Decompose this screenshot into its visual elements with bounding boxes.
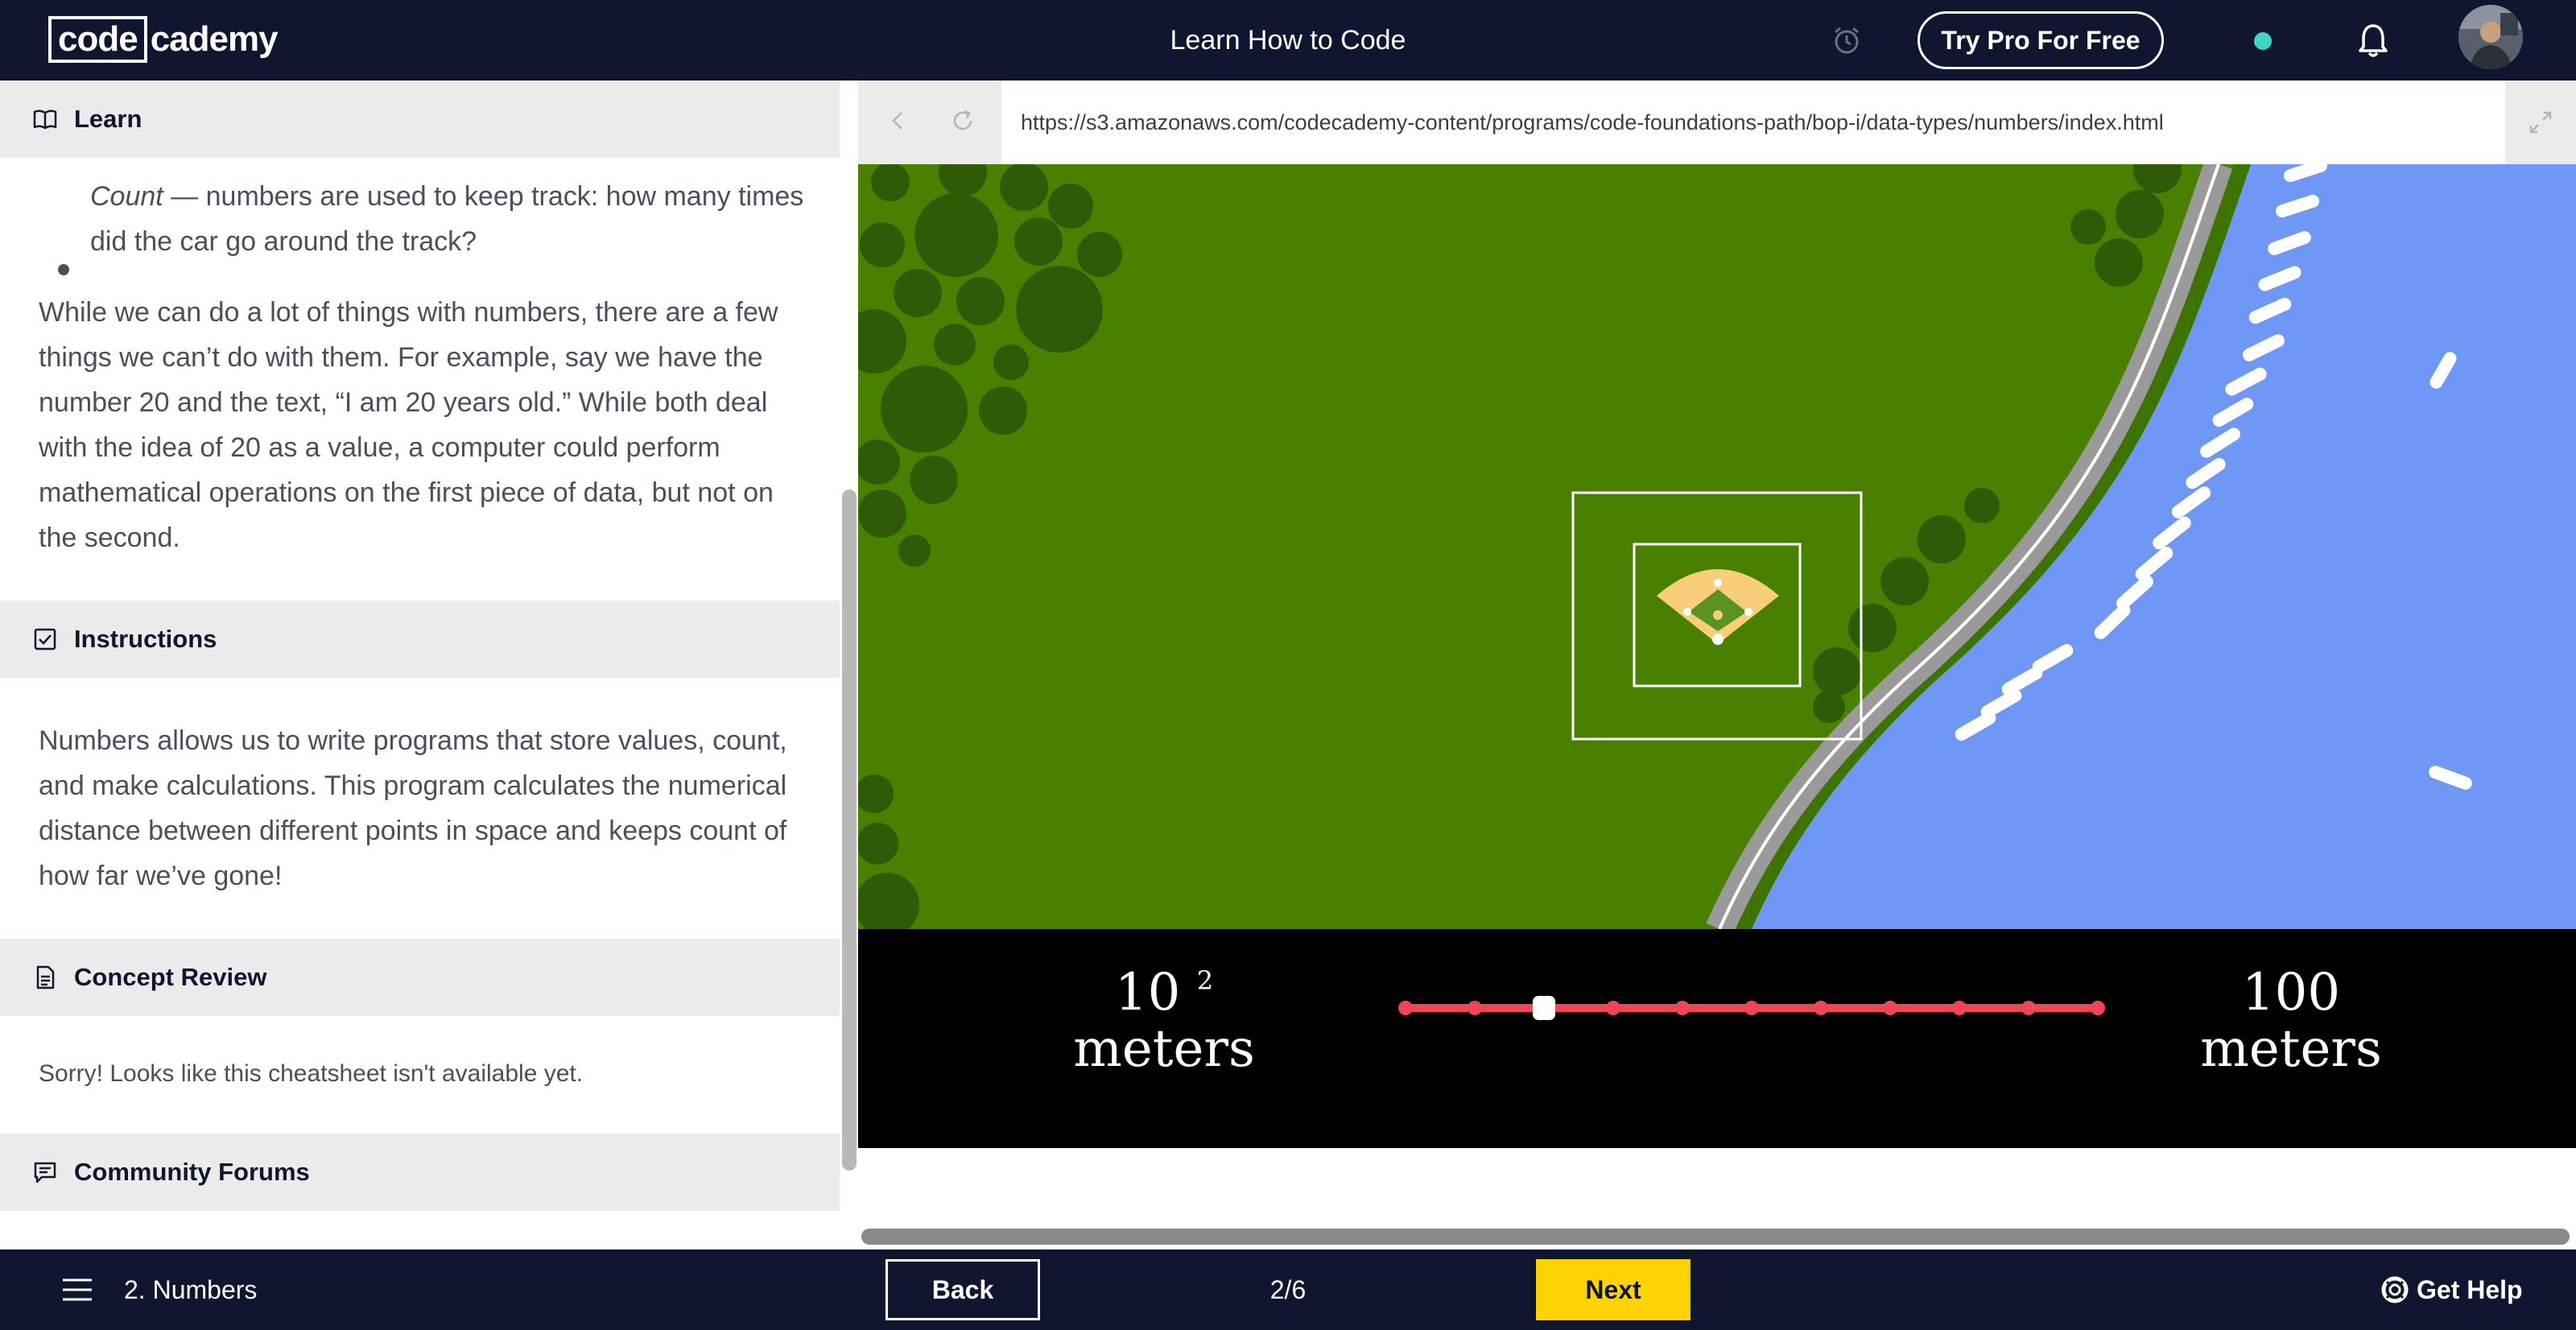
left-scrollbar[interactable] (842, 489, 857, 1171)
bell-icon[interactable] (2354, 21, 2392, 60)
slider-tick[interactable] (1952, 1001, 1967, 1015)
count-bullet: Count — numbers are used to keep track: … (90, 174, 815, 264)
back-button[interactable]: Back (886, 1259, 1040, 1320)
browser-nav (858, 81, 1001, 164)
next-button[interactable]: Next (1536, 1259, 1690, 1320)
left-exponent: 2 (1196, 965, 1214, 996)
slider-tick[interactable] (1814, 1001, 1828, 1015)
slider-tick[interactable] (2091, 1001, 2105, 1015)
document-icon (36, 965, 55, 989)
map-scene (858, 164, 2576, 929)
community-forums-heading: Community Forums (74, 1158, 310, 1186)
user-avatar[interactable] (2458, 5, 2523, 69)
concept-review-header[interactable]: Concept Review (0, 939, 840, 1016)
alarm-clock-icon[interactable] (1831, 24, 1863, 56)
expand-area (2505, 81, 2576, 164)
slider-tick[interactable] (2021, 1001, 2036, 1015)
slider-tick[interactable] (1883, 1001, 1897, 1015)
lesson-name[interactable]: 2. Numbers (124, 1249, 257, 1330)
instructions-text: Numbers allows us to write programs that… (39, 725, 787, 891)
top-bar: code cademy Learn How to Code Try Pro For… (0, 0, 2576, 81)
slider-tick[interactable] (1744, 1001, 1759, 1015)
slider-tick[interactable] (1606, 1001, 1620, 1015)
left-unit: meters (1073, 1019, 1255, 1079)
slider-handle[interactable] (1533, 996, 1555, 1020)
logo-cademy: cademy (150, 19, 279, 59)
course-title: Learn How to Code (1170, 25, 1406, 56)
left-scale-label: 10 2 meters (1059, 964, 1269, 1077)
instructions-header[interactable]: Instructions (0, 601, 840, 678)
url-field[interactable]: https://s3.amazonaws.com/codecademy-cont… (1021, 81, 2164, 164)
horizontal-scrollbar[interactable] (861, 1229, 2570, 1245)
bullet-text: — numbers are used to keep track: how ma… (90, 181, 804, 257)
progress-indicator: 2/6 (1269, 1275, 1307, 1304)
scale-slider[interactable] (1389, 992, 2114, 1024)
logo-code: code (48, 16, 147, 63)
learn-paragraph: While we can do a lot of things with num… (39, 297, 778, 553)
bottom-bar: 2. Numbers Back 2/6 Next Get Help (0, 1249, 2576, 1330)
slider-tick[interactable] (1398, 1001, 1413, 1015)
left-base: 10 (1114, 963, 1181, 1022)
chat-icon (34, 1162, 56, 1183)
scale-controls: 10 2 meters 100 meters (858, 929, 2576, 1148)
community-forums-header[interactable]: Community Forums (0, 1134, 840, 1211)
concept-review-heading: Concept Review (74, 963, 267, 991)
get-help-label: Get Help (2417, 1274, 2523, 1304)
lesson-panel: Learn Count — numbers are used to keep t… (0, 81, 840, 1249)
try-pro-button[interactable]: Try Pro For Free (1918, 11, 2164, 69)
instructions-heading: Instructions (74, 625, 217, 653)
bullet-dot (58, 264, 69, 275)
learn-heading: Learn (74, 105, 142, 133)
reload-icon[interactable] (947, 105, 979, 137)
bullet-term: Count (90, 181, 163, 212)
lifebuoy-icon (2381, 1276, 2409, 1303)
right-unit: meters (2200, 1019, 2382, 1079)
learn-header[interactable]: Learn (0, 81, 840, 158)
right-scale-label: 100 meters (2170, 964, 2412, 1077)
back-arrow-icon[interactable] (882, 105, 914, 137)
slider-tick[interactable] (1675, 1001, 1690, 1015)
slider-tick[interactable] (1468, 1001, 1482, 1015)
browser-bar: https://s3.amazonaws.com/codecademy-cont… (858, 81, 2576, 164)
status-dot (2254, 32, 2272, 50)
right-value: 100 (2241, 963, 2341, 1022)
book-icon (33, 109, 57, 130)
checkbox-icon (34, 628, 56, 651)
codecademy-logo[interactable]: code cademy (48, 16, 279, 63)
expand-icon[interactable] (2524, 106, 2557, 138)
menu-icon[interactable] (61, 1275, 93, 1304)
get-help-button[interactable]: Get Help (2381, 1249, 2523, 1330)
concept-review-text: Sorry! Looks like this cheatsheet isn't … (39, 1060, 584, 1087)
